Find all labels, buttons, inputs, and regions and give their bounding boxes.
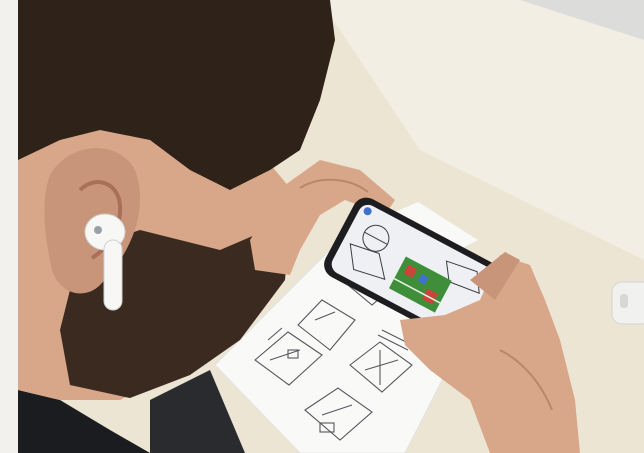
frame-strip — [0, 0, 18, 453]
photo-scene — [0, 0, 644, 453]
earbud-case — [611, 281, 644, 325]
